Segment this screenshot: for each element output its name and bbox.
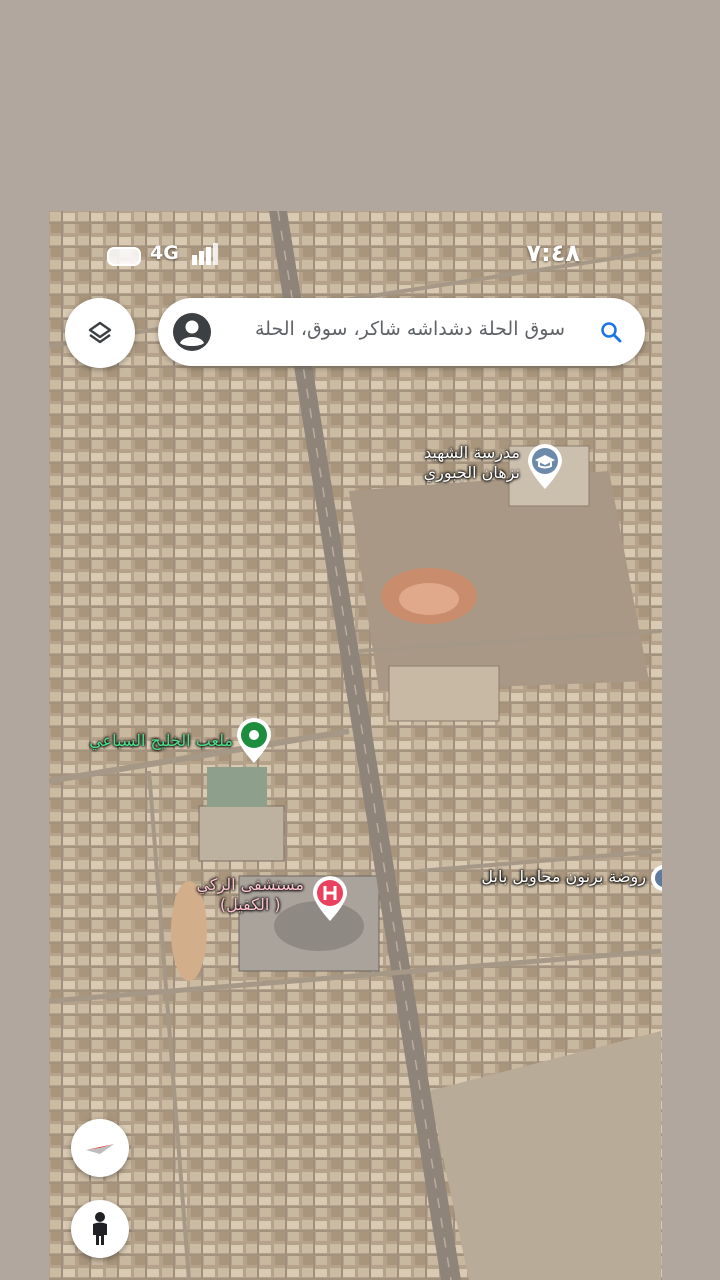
layers-button[interactable] <box>65 298 135 368</box>
poi-hospital-name-line1: مستشفى الزكي <box>196 875 304 894</box>
signal-icon <box>192 243 218 265</box>
poi-school-label: مدرسة الشهيد نزهان الجبوري <box>424 443 520 483</box>
poi-hospital-name-line2: ( الكفيل) <box>219 895 281 914</box>
map-screen[interactable]: 4G ٧:٤٨ سوق الحلة دشداشه شاكر، سوق، الحل… <box>49 211 662 1280</box>
network-type: 4G <box>150 242 179 264</box>
poi-hospital-label: مستشفى الزكي ( الكفيل) <box>196 875 304 915</box>
school-pin-icon <box>528 444 562 489</box>
compound <box>198 805 285 862</box>
status-bar: 4G ٧:٤٨ <box>49 211 662 291</box>
poi-school-name-line2: نزهان الجبوري <box>423 463 520 482</box>
poi-stadium-label: ملعب الخليج السباعي <box>89 731 233 750</box>
search-query[interactable]: سوق الحلة دشداشه شاكر، سوق، الحلة <box>255 318 565 340</box>
hospital-pin-icon <box>313 876 347 921</box>
stadium-pin-icon <box>237 718 271 763</box>
compass-button[interactable] <box>71 1119 129 1177</box>
battery-icon <box>107 247 141 266</box>
compass-icon <box>86 1144 114 1154</box>
poi-school[interactable]: مدرسة الشهيد نزهان الجبوري <box>404 443 564 503</box>
account-circle-icon[interactable] <box>173 313 211 351</box>
poi-kindergarten-label: روضة برنون محاويل بابل <box>481 867 646 886</box>
search-icon[interactable] <box>599 320 623 344</box>
kindergarten-pin-icon <box>651 865 662 891</box>
stadium-field <box>207 767 267 807</box>
street-view-button[interactable] <box>71 1200 129 1258</box>
poi-kindergarten[interactable]: روضة برنون محاويل بابل <box>459 863 662 893</box>
poi-hospital[interactable]: مستشفى الزكي ( الكفيل) <box>189 875 349 935</box>
poi-stadium[interactable]: ملعب الخليج السباعي <box>49 717 273 767</box>
search-bar[interactable]: سوق الحلة دشداشه شاكر، سوق، الحلة <box>158 298 645 366</box>
field-patch <box>399 583 459 615</box>
poi-school-name-line1: مدرسة الشهيد <box>424 443 520 462</box>
pegman-icon <box>93 1212 107 1245</box>
clock: ٧:٤٨ <box>526 239 580 267</box>
compound <box>388 665 500 722</box>
layers-icon <box>88 321 112 344</box>
